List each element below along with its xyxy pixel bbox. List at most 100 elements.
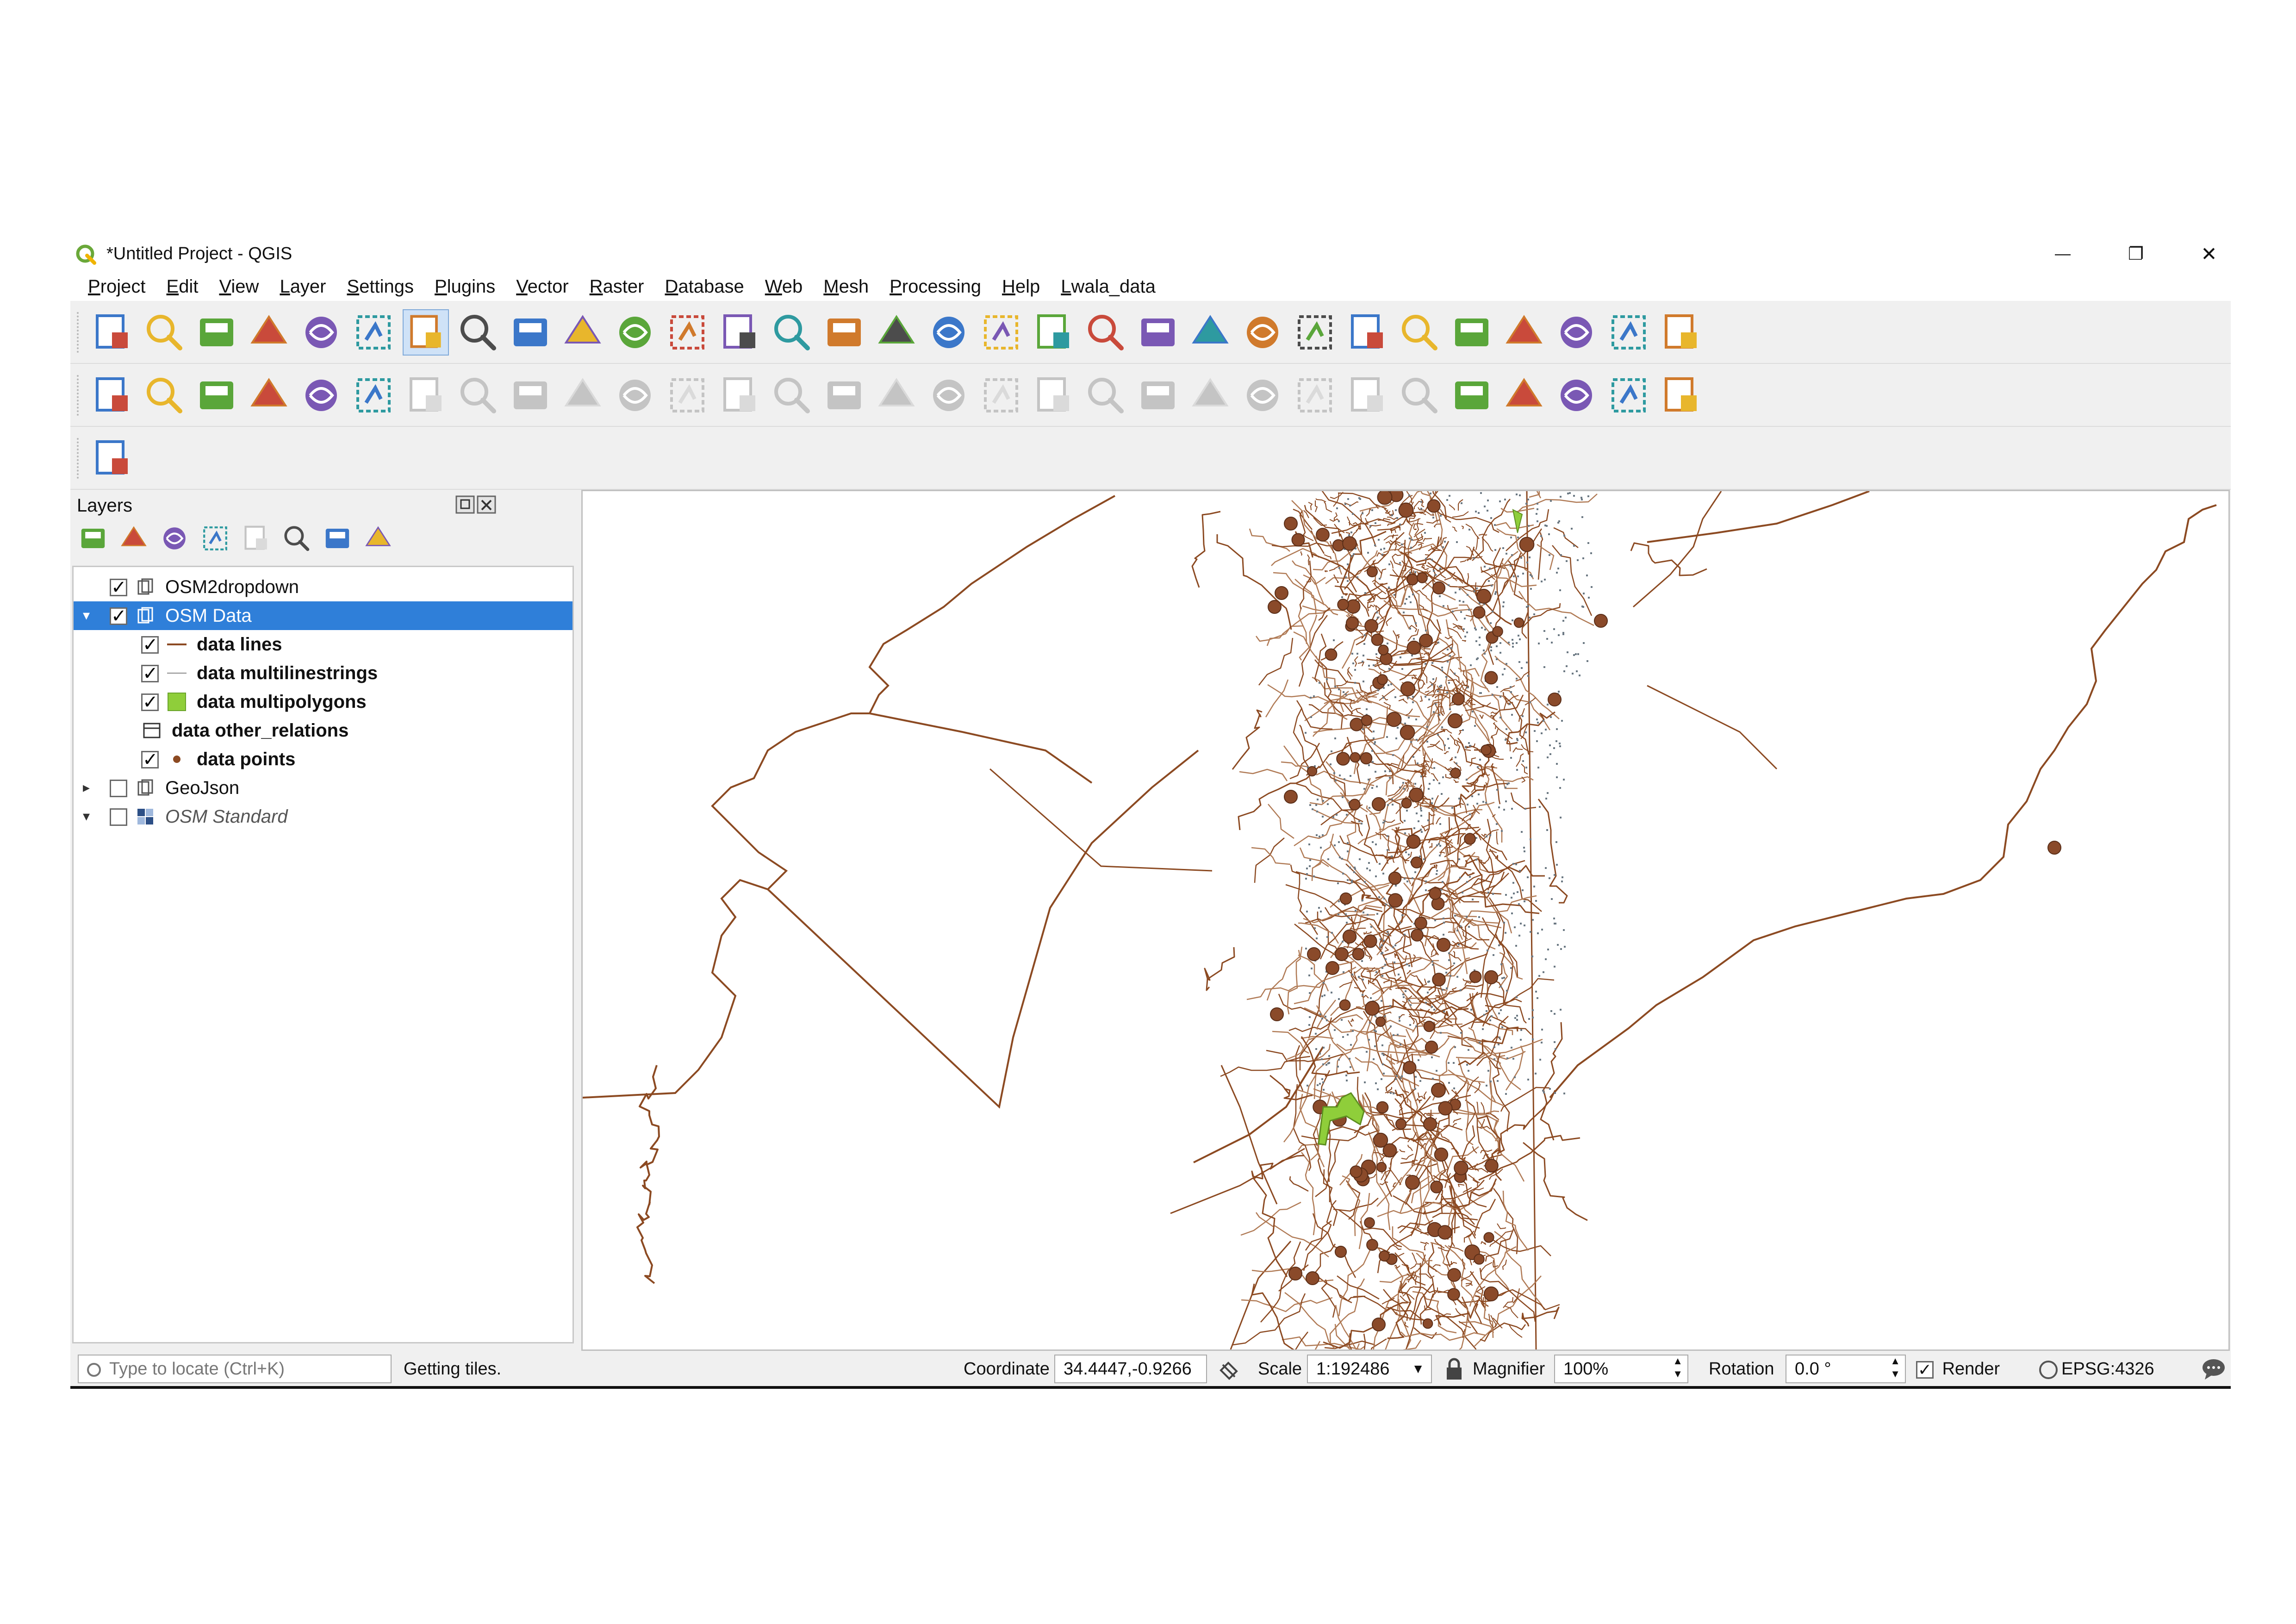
attribute-table-icon[interactable]: [1344, 309, 1390, 356]
layer-row[interactable]: data other_relations: [74, 716, 572, 745]
restore-button[interactable]: ❐: [2110, 239, 2161, 269]
pan-to-selection-icon[interactable]: [455, 309, 501, 356]
python-console-icon[interactable]: [1605, 372, 1652, 418]
menu-view[interactable]: View: [219, 276, 259, 297]
copy-features-icon[interactable]: [821, 372, 867, 418]
layer-diagram-icon[interactable]: [1083, 372, 1129, 418]
new-geopackage-icon[interactable]: [141, 372, 187, 418]
zoom-out-icon[interactable]: [560, 309, 606, 356]
menu-plugins[interactable]: Plugins: [435, 276, 495, 297]
pan-icon[interactable]: [403, 309, 449, 356]
show-hide-labels-icon[interactable]: [1239, 372, 1286, 418]
filter-expression-icon[interactable]: [240, 522, 272, 555]
save-as-icon[interactable]: [246, 309, 292, 356]
field-calculator-icon[interactable]: [1396, 309, 1443, 356]
show-bookmarks-icon[interactable]: [1030, 309, 1076, 356]
add-csv-icon[interactable]: [246, 372, 292, 418]
layer-visibility-checkbox[interactable]: [110, 780, 127, 797]
help-icon[interactable]: [1658, 372, 1704, 418]
select-rectangle-icon[interactable]: [1239, 309, 1286, 356]
menu-help[interactable]: Help: [1002, 276, 1040, 297]
style-manager-icon[interactable]: [350, 309, 397, 356]
osm-download-icon[interactable]: [1501, 372, 1547, 418]
layer-row[interactable]: ▾ ✓ OSM Data: [74, 601, 572, 630]
measure-icon[interactable]: [1553, 309, 1599, 356]
magnifier-spinbox[interactable]: 100% ▲ ▼: [1554, 1355, 1688, 1383]
open-styling-icon[interactable]: [77, 522, 109, 555]
pin-labels-icon[interactable]: [1187, 372, 1233, 418]
render-checkbox[interactable]: ✓ Render: [1916, 1355, 2000, 1382]
processing-toolbox-icon[interactable]: [1449, 309, 1495, 356]
highlight-label-icon[interactable]: [1135, 372, 1181, 418]
print-layout-icon[interactable]: [298, 309, 344, 356]
layer-visibility-checkbox[interactable]: ✓: [141, 693, 159, 712]
menu-web[interactable]: Web: [765, 276, 803, 297]
move-label-icon[interactable]: [1292, 372, 1338, 418]
new-map-view-icon[interactable]: [926, 309, 972, 356]
save-project-icon[interactable]: [193, 309, 240, 356]
delete-selected-icon[interactable]: [716, 372, 763, 418]
expand-arrow-icon[interactable]: ▸: [83, 774, 90, 802]
add-vector-icon[interactable]: [193, 372, 240, 418]
new-bookmark-icon[interactable]: [978, 309, 1024, 356]
collapse-arrow-icon[interactable]: ▾: [83, 601, 90, 630]
menu-database[interactable]: Database: [665, 276, 744, 297]
map-features[interactable]: [583, 491, 2228, 1349]
rotation-spinbox[interactable]: 0.0 ° ▲ ▼: [1786, 1355, 1906, 1383]
menu-processing[interactable]: Processing: [890, 276, 981, 297]
add-group-icon[interactable]: [118, 522, 150, 555]
layer-visibility-checkbox[interactable]: ✓: [141, 664, 159, 683]
menu-raster[interactable]: Raster: [590, 276, 644, 297]
crs-button[interactable]: EPSG:4326: [2039, 1355, 2154, 1382]
deselect-icon[interactable]: [1292, 309, 1338, 356]
layer-visibility-checkbox[interactable]: ✓: [110, 607, 127, 625]
collapse-arrow-icon[interactable]: ▾: [83, 802, 90, 831]
refresh-icon[interactable]: [1083, 309, 1129, 356]
toolbar-grip[interactable]: [77, 375, 81, 416]
menu-settings[interactable]: Settings: [347, 276, 414, 297]
digitize-icon[interactable]: [403, 372, 449, 418]
remove-layer-icon[interactable]: [362, 522, 394, 555]
virtual-layer-icon[interactable]: [350, 372, 397, 418]
zoom-native-icon[interactable]: [612, 309, 658, 356]
layer-row[interactable]: ✓ OSM2dropdown: [74, 573, 572, 601]
layer-visibility-checkbox[interactable]: ✓: [141, 636, 159, 654]
change-label-icon[interactable]: [1396, 372, 1443, 418]
statistics-icon[interactable]: [1501, 309, 1547, 356]
paste-features-icon[interactable]: [873, 372, 920, 418]
expand-all-icon[interactable]: [280, 522, 313, 555]
toggle-editing-icon[interactable]: [455, 372, 501, 418]
menu-edit[interactable]: Edit: [167, 276, 199, 297]
lock-scale-icon[interactable]: [1444, 1357, 1464, 1381]
coordinate-field[interactable]: 34.4447,-0.9266: [1054, 1355, 1207, 1383]
zoom-full-icon[interactable]: [664, 309, 710, 356]
cut-features-icon[interactable]: [769, 372, 815, 418]
label-toolbar-icon[interactable]: [1030, 372, 1076, 418]
collapse-all-icon[interactable]: [321, 522, 354, 555]
add-feature-icon[interactable]: [560, 372, 606, 418]
close-panel-icon[interactable]: [477, 495, 496, 514]
map-canvas[interactable]: [581, 490, 2230, 1351]
menu-layer[interactable]: Layer: [280, 276, 326, 297]
layer-row[interactable]: ✓ data multilinestrings: [74, 659, 572, 687]
open-project-icon[interactable]: [141, 309, 187, 356]
text-annotation-icon[interactable]: [1658, 309, 1704, 356]
menu-project[interactable]: Project: [88, 276, 146, 297]
modify-attributes-icon[interactable]: [664, 372, 710, 418]
zoom-next-icon[interactable]: [873, 309, 920, 356]
locator-input[interactable]: Type to locate (Ctrl+K): [78, 1355, 392, 1383]
new-project-icon[interactable]: [89, 309, 135, 356]
save-edits-icon[interactable]: [507, 372, 554, 418]
layer-row[interactable]: ▸ GeoJson: [74, 774, 572, 802]
undo-icon[interactable]: [926, 372, 972, 418]
layer-visibility-checkbox[interactable]: ✓: [141, 750, 159, 769]
toolbar-grip[interactable]: [77, 312, 81, 353]
layer-row[interactable]: ✓ data lines: [74, 630, 572, 659]
layer-row[interactable]: ✓ data multipolygons: [74, 687, 572, 716]
float-panel-icon[interactable]: [455, 495, 475, 514]
manage-visibility-icon[interactable]: [158, 522, 191, 555]
messages-icon[interactable]: [2201, 1357, 2226, 1380]
zoom-in-icon[interactable]: [507, 309, 554, 356]
minimize-button[interactable]: —: [2037, 239, 2088, 269]
identify-icon[interactable]: [1135, 309, 1181, 356]
